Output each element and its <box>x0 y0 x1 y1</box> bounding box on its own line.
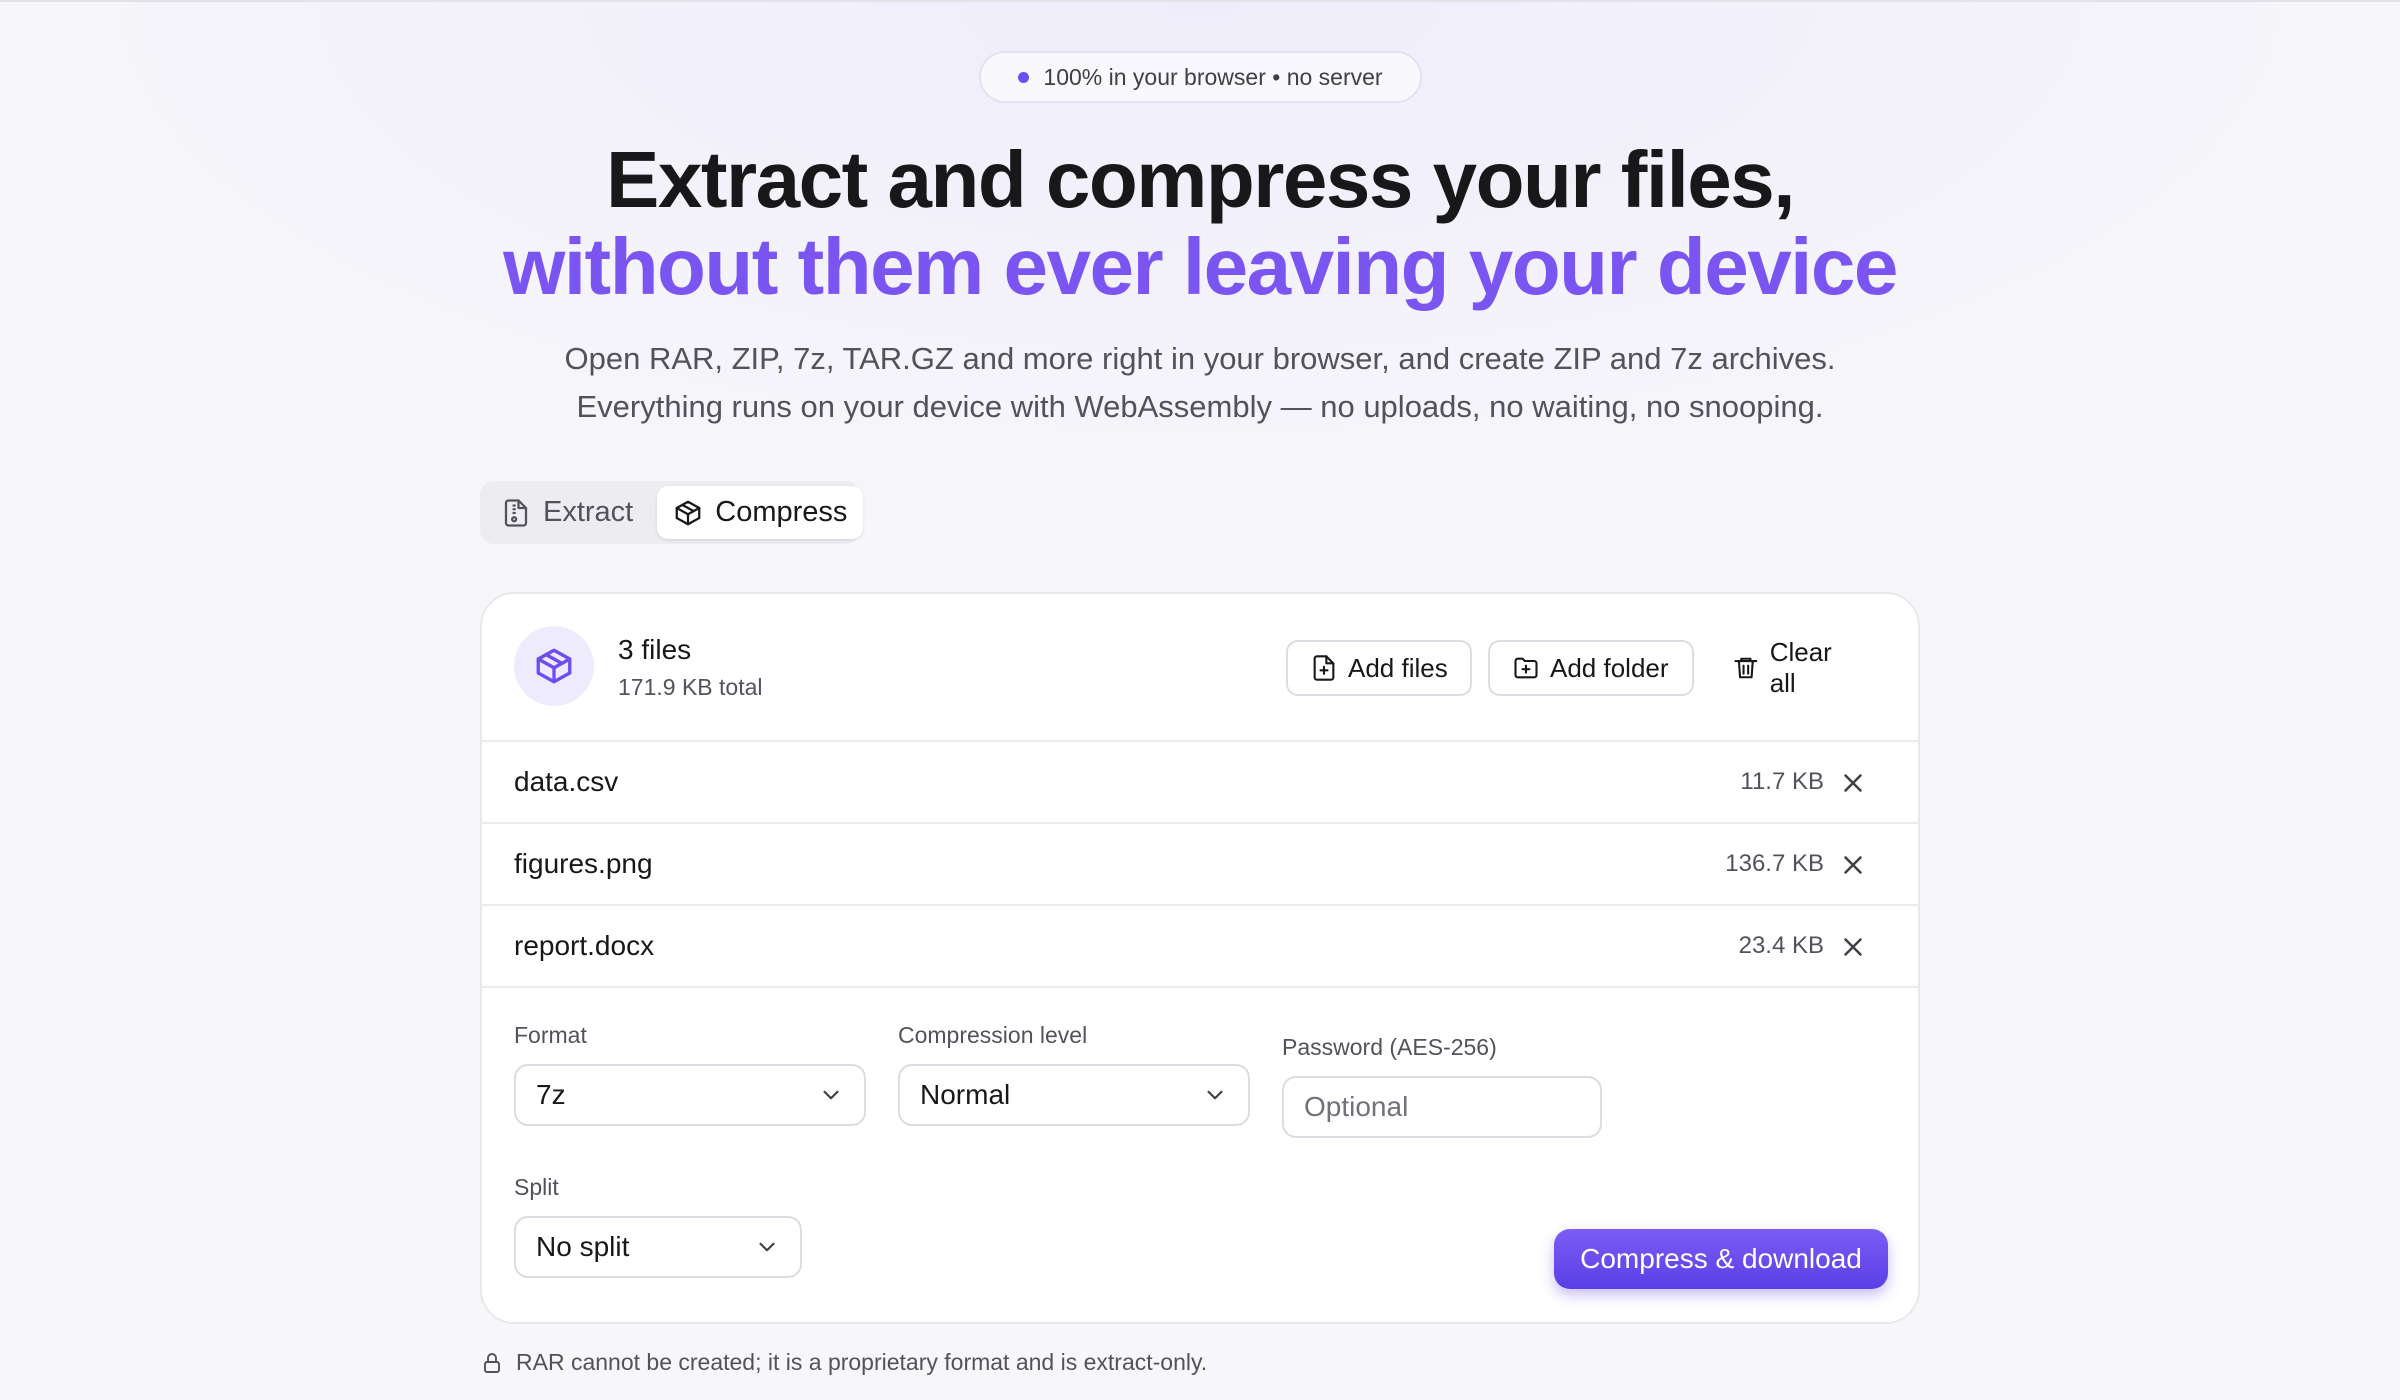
file-total-size: 171.9 KB total <box>618 674 763 700</box>
chevron-down-icon <box>1207 1090 1223 1100</box>
rar-note: RAR cannot be created; it is a proprieta… <box>480 1349 1207 1376</box>
file-archive-icon <box>504 498 528 527</box>
add-folder-label: Add folder <box>1550 652 1669 683</box>
format-label: Format <box>514 1022 587 1048</box>
file-name: figures.png <box>514 848 653 879</box>
hero-title-line2: without them ever leaving your device <box>503 222 1898 311</box>
close-icon[interactable] <box>1838 932 1868 962</box>
chevron-down-icon <box>823 1090 839 1100</box>
close-icon[interactable] <box>1838 768 1868 798</box>
status-badge: 100% in your browser • no server <box>979 51 1422 103</box>
chevron-down-icon <box>759 1242 775 1252</box>
compression-level-value: Normal <box>920 1079 1011 1110</box>
archive-avatar <box>514 626 594 706</box>
format-select[interactable]: 7z <box>514 1064 866 1126</box>
file-size: 23.4 KB <box>1738 932 1824 959</box>
password-input[interactable] <box>1282 1076 1602 1138</box>
format-value: 7z <box>536 1079 566 1110</box>
package-icon <box>536 648 572 684</box>
file-plus-icon <box>1313 655 1335 681</box>
hero-title-line1: Extract and compress your files, <box>605 135 1796 224</box>
top-border <box>0 0 2400 2</box>
split-label: Split <box>514 1174 559 1200</box>
package-icon <box>675 500 701 525</box>
tab-compress-label: Compress <box>715 496 848 528</box>
add-files-label: Add files <box>1348 652 1448 683</box>
lock-icon <box>484 1352 500 1373</box>
compression-level-label: Compression level <box>898 1022 1088 1048</box>
add-files-button[interactable]: Add files <box>1286 640 1472 696</box>
password-label: Password (AES-256) <box>1282 1034 1497 1060</box>
clear-all-button[interactable]: Clear all <box>1708 637 1888 698</box>
file-size: 136.7 KB <box>1725 850 1824 877</box>
file-row: figures.png 136.7 KB <box>482 824 1918 906</box>
compress-card: 3 files 171.9 KB total Add files Add fol… <box>480 592 1920 1324</box>
folder-plus-icon <box>1514 657 1538 679</box>
file-name: data.csv <box>514 766 619 797</box>
close-icon[interactable] <box>1838 850 1868 880</box>
file-row: report.docx 23.4 KB <box>482 906 1918 988</box>
status-dot-icon <box>1018 71 1030 83</box>
clear-all-label: Clear all <box>1769 637 1832 698</box>
compress-download-button[interactable]: Compress & download <box>1554 1229 1888 1289</box>
file-count: 3 files <box>618 634 692 665</box>
split-select[interactable]: No split <box>514 1216 802 1278</box>
trash-icon <box>1734 657 1758 679</box>
hero-subtitle-line2: Everything runs on your device with WebA… <box>576 389 1824 424</box>
compression-level-select[interactable]: Normal <box>898 1064 1250 1126</box>
tab-extract[interactable]: Extract <box>485 486 649 539</box>
hero-subtitle-line1: Open RAR, ZIP, 7z, TAR.GZ and more right… <box>564 341 1836 376</box>
tab-compress[interactable]: Compress <box>657 486 864 539</box>
split-value: No split <box>536 1231 630 1262</box>
badge-text: 100% in your browser • no server <box>1043 63 1383 90</box>
file-name: report.docx <box>514 930 655 961</box>
tab-extract-label: Extract <box>543 496 634 528</box>
rar-note-text: RAR cannot be created; it is a proprieta… <box>516 1349 1208 1375</box>
add-folder-button[interactable]: Add folder <box>1488 640 1694 696</box>
mode-tabs: Extract Compress <box>480 481 864 544</box>
card-header: 3 files 171.9 KB total Add files Add fol… <box>482 594 1918 742</box>
file-size: 11.7 KB <box>1740 768 1824 795</box>
file-row: data.csv 11.7 KB <box>482 742 1918 824</box>
